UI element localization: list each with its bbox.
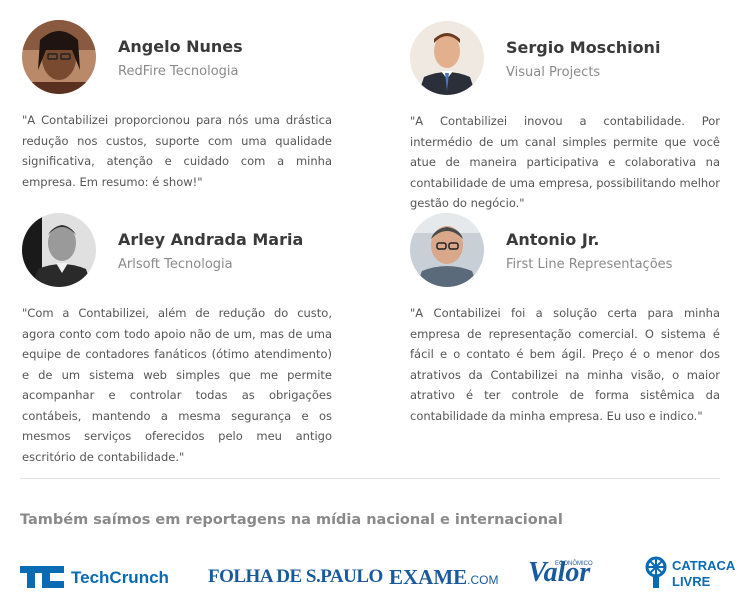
testimonial-card-antonio: Antonio Jr. First Line Representações "A… <box>410 213 720 433</box>
catraca-livre-logo[interactable]: CATRACA LIVRE <box>642 556 735 594</box>
avatar-arley <box>22 213 96 287</box>
testimonial-card-angelo: Angelo Nunes RedFire Tecnologia "A Conta… <box>22 20 332 190</box>
avatar-angelo <box>22 20 96 94</box>
testimonial-name: Angelo Nunes <box>118 37 243 56</box>
techcrunch-wordmark: TechCrunch <box>71 568 169 587</box>
testimonial-quote: "A Contabilizei proporcionou para nós um… <box>22 113 332 189</box>
testimonial-company: RedFire Tecnologia <box>118 64 239 79</box>
testimonial-card-sergio: Sergio Moschioni Visual Projects "A Cont… <box>410 21 720 210</box>
techcrunch-mark-icon <box>20 566 64 588</box>
catraca-wordmark: CATRACA LIVRE <box>672 558 735 590</box>
exame-logo[interactable]: EXAME.COM <box>389 565 499 590</box>
exame-wordmark: EXAME <box>389 565 468 589</box>
testimonial-company: Visual Projects <box>506 65 601 80</box>
catraca-line2: LIVRE <box>672 574 711 589</box>
testimonial-company: Arlsoft Tecnologia <box>118 257 233 272</box>
folha-logo[interactable]: FOLHA DE S.PAULO <box>208 566 383 588</box>
catraca-mark-icon <box>645 556 667 588</box>
testimonial-name: Sergio Moschioni <box>506 38 661 57</box>
section-divider <box>20 478 720 479</box>
avatar-antonio <box>410 213 484 287</box>
media-section-title: Também saímos em reportagens na mídia na… <box>20 512 563 528</box>
testimonial-company: First Line Representações <box>506 257 673 272</box>
valor-tagline: ECONÔMICO <box>555 561 593 567</box>
testimonial-card-arley: Arley Andrada Maria Arlsoft Tecnologia "… <box>22 213 332 464</box>
testimonial-name: Arley Andrada Maria <box>118 230 304 249</box>
testimonial-quote: "A Contabilizei foi a solução certa para… <box>410 306 720 423</box>
catraca-line1: CATRACA <box>672 558 736 573</box>
exame-suffix: .COM <box>467 573 499 587</box>
testimonial-name: Antonio Jr. <box>506 230 600 249</box>
testimonial-quote: "Com a Contabilizei, além de redução do … <box>22 306 332 464</box>
avatar-sergio <box>410 21 484 95</box>
testimonial-quote: "A Contabilizei inovou a contabilidade. … <box>410 114 720 210</box>
